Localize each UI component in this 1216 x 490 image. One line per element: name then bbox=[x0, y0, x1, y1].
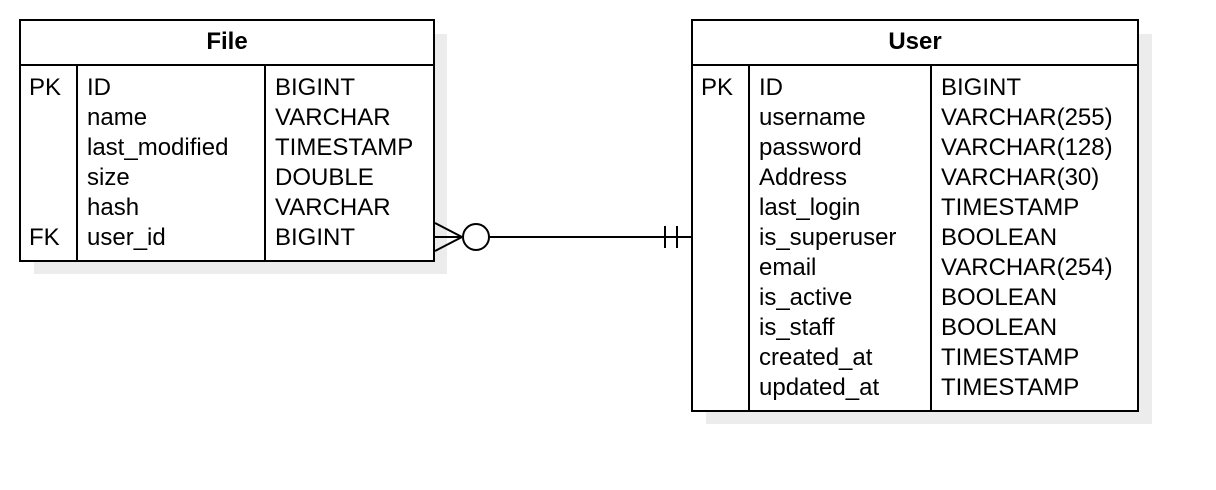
relationship-connector bbox=[434, 222, 691, 252]
zero-or-many-end bbox=[434, 222, 490, 252]
